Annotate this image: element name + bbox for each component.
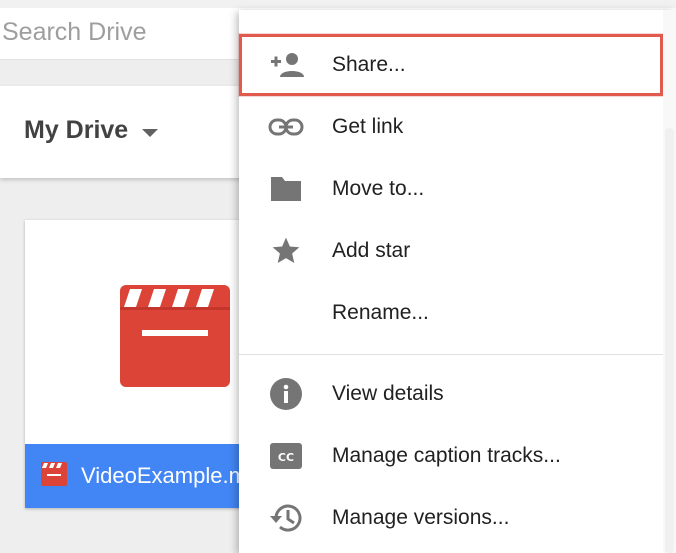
info-icon bbox=[239, 377, 332, 411]
menu-item-manage-versions[interactable]: Manage versions... bbox=[239, 487, 663, 549]
star-icon bbox=[239, 235, 332, 267]
closed-caption-icon: CC bbox=[239, 442, 332, 470]
menu-item-manage-caption-tracks[interactable]: CC Manage caption tracks... bbox=[239, 425, 663, 487]
menu-item-move-to[interactable]: Move to... bbox=[239, 158, 663, 220]
menu-item-view-details[interactable]: View details bbox=[239, 363, 663, 425]
page-title: My Drive bbox=[24, 116, 129, 144]
history-icon bbox=[239, 501, 332, 535]
file-card-footer: VideoExample.mp4 bbox=[25, 444, 271, 508]
person-add-icon bbox=[239, 51, 332, 79]
menu-item-label: Move to... bbox=[332, 177, 425, 200]
menu-item-label: Manage versions... bbox=[332, 506, 510, 529]
menu-item-label: Add star bbox=[332, 239, 411, 262]
context-menu: Share... Get link Move to... Add star Re… bbox=[239, 10, 676, 553]
menu-item-label: Rename... bbox=[332, 301, 429, 324]
menu-item-share[interactable]: Share... bbox=[239, 34, 663, 96]
top-border bbox=[0, 0, 676, 8]
link-icon bbox=[239, 117, 332, 137]
search-input[interactable] bbox=[0, 14, 232, 50]
menu-item-add-star[interactable]: Add star bbox=[239, 220, 663, 282]
video-file-mini-icon bbox=[41, 461, 67, 492]
svg-text:CC: CC bbox=[277, 451, 293, 464]
menu-divider bbox=[239, 354, 663, 355]
file-card[interactable]: VideoExample.mp4 bbox=[25, 220, 271, 508]
scrollbar-thumb[interactable] bbox=[665, 128, 674, 553]
menu-item-label: Manage caption tracks... bbox=[332, 444, 561, 467]
menu-item-label: Share... bbox=[332, 53, 406, 76]
menu-item-label: View details bbox=[332, 382, 444, 405]
menu-item-label: Get link bbox=[332, 115, 404, 138]
menu-item-get-link[interactable]: Get link bbox=[239, 96, 663, 158]
my-drive-dropdown[interactable]: My Drive bbox=[24, 116, 159, 145]
menu-item-rename[interactable]: Rename... bbox=[239, 282, 663, 344]
folder-icon bbox=[239, 175, 332, 203]
caret-down-icon bbox=[142, 128, 159, 137]
video-file-icon bbox=[120, 285, 230, 392]
